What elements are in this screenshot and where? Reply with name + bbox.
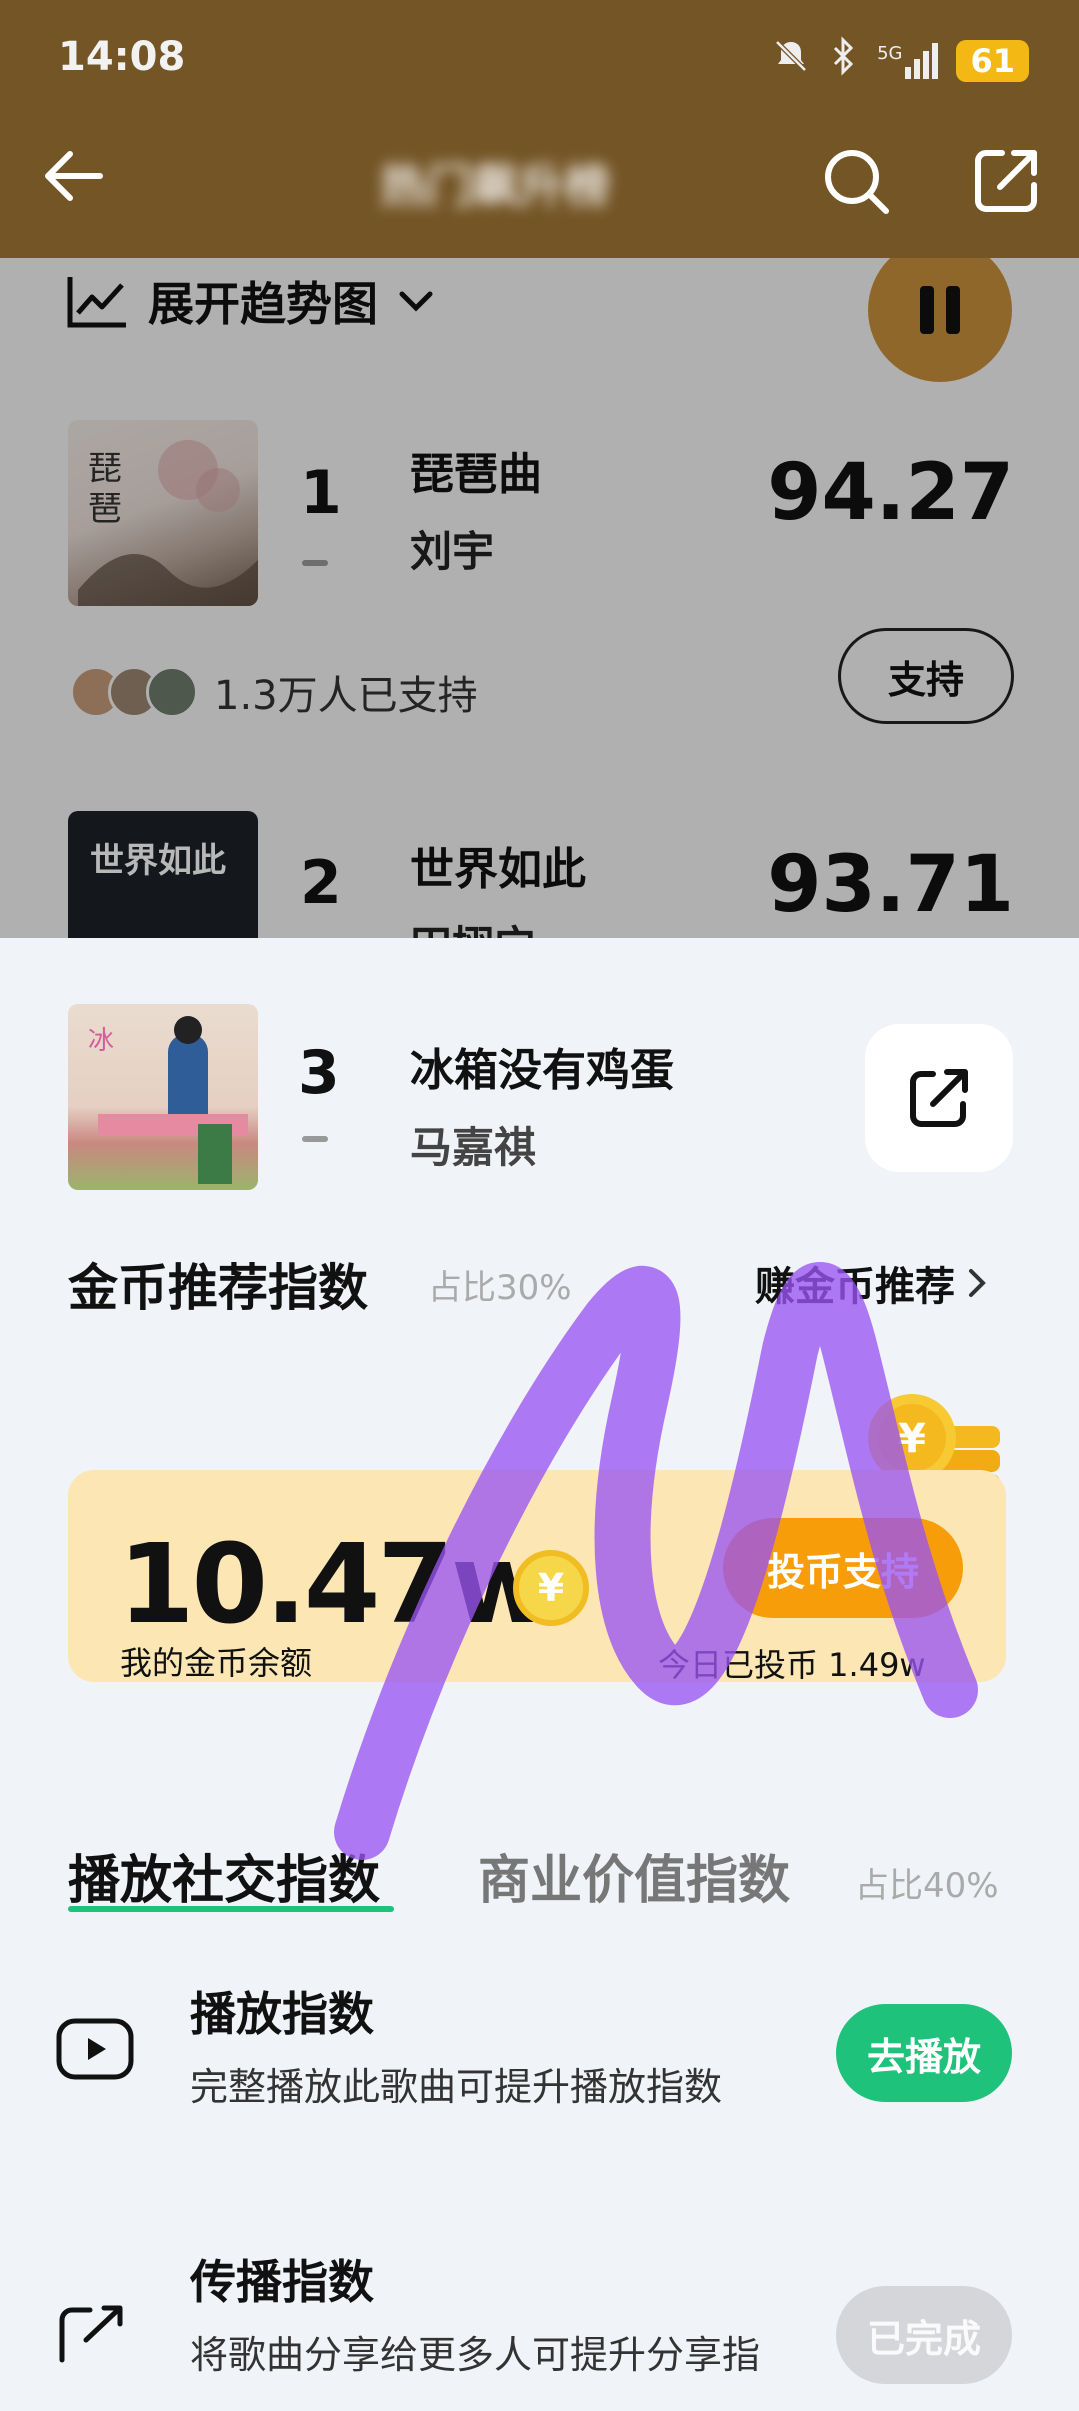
- svg-text:琵: 琵: [88, 451, 122, 488]
- earn-coins-label: 赚金币推荐: [755, 1264, 955, 1310]
- coin-index-share: 占比30%: [428, 1268, 572, 1308]
- battery-indicator: 61: [956, 39, 1029, 82]
- current-song-title: 冰箱没有鸡蛋: [410, 1045, 674, 1096]
- status-icons: 5G 61: [771, 36, 1029, 85]
- vote-coins-button[interactable]: 投币支持: [723, 1518, 963, 1618]
- song-title-1: 琵琶曲: [410, 449, 542, 500]
- play-index-title: 播放指数: [190, 1987, 374, 2041]
- svg-text:冰: 冰: [88, 1026, 114, 1056]
- pause-button[interactable]: [868, 258, 1012, 382]
- supporter-avatars: [70, 666, 198, 718]
- current-rank-number: 3: [298, 1038, 340, 1108]
- signal-icon: 5G: [877, 42, 939, 79]
- current-song-artist: 马嘉祺: [410, 1123, 537, 1172]
- search-button[interactable]: [820, 145, 892, 217]
- supporters-count: 1.3万人已支持: [214, 673, 478, 719]
- mute-icon: [771, 36, 811, 85]
- current-rank-dash: [302, 1136, 328, 1142]
- rank-number-2: 2: [300, 848, 342, 918]
- spread-index-title: 传播指数: [190, 2255, 374, 2309]
- album-cover-2[interactable]: 世界如此: [68, 811, 258, 938]
- share-button[interactable]: [970, 145, 1042, 217]
- expand-trend-toggle[interactable]: 展开趋势图: [66, 268, 436, 334]
- completed-button: 已完成: [836, 2286, 1012, 2384]
- tab-index-share: 占比40%: [855, 1866, 999, 1906]
- top-bar: 14:08 5G 61 热门飙升榜: [0, 0, 1079, 258]
- coin-balance: 10.47w: [118, 1520, 553, 1648]
- coin-icon: ¥: [513, 1550, 589, 1626]
- tab-play-social-index[interactable]: 播放社交指数: [68, 1838, 380, 1913]
- tab-commercial-value-index[interactable]: 商业价值指数: [478, 1838, 790, 1913]
- support-bottom-sheet: 冰 3 冰箱没有鸡蛋 马嘉祺 金币推荐指数 占比30% 赚金币推荐 ¥ 10.4…: [0, 938, 1079, 2411]
- song-artist-2: 田栩宁: [410, 913, 536, 938]
- coin-balance-card: 10.47w ¥ 我的金币余额 投币支持 今日已投币 1.49w: [68, 1470, 1006, 1684]
- status-time: 14:08: [58, 34, 186, 80]
- play-icon: [56, 2018, 134, 2080]
- ranking-list: 展开趋势图 琵琶 1 琵琶曲 刘宇 94.27 1.3万人已支持 支持 世界如此…: [0, 258, 1079, 938]
- svg-text:¥: ¥: [898, 1416, 926, 1462]
- album-cover-1[interactable]: 琵琶: [68, 420, 258, 606]
- active-tab-indicator: [68, 1906, 394, 1912]
- bluetooth-icon: [829, 36, 859, 85]
- chevron-down-icon: [399, 291, 433, 312]
- play-index-desc: 完整播放此歌曲可提升播放指数: [190, 2065, 723, 2109]
- page-title: 热门飙升榜: [380, 159, 610, 213]
- rank-number-1: 1: [300, 458, 342, 528]
- trend-chart-icon: [67, 277, 126, 328]
- chevron-right-icon: [969, 1269, 986, 1297]
- svg-text:琶: 琶: [88, 491, 122, 528]
- spread-index-desc: 将歌曲分享给更多人可提升分享指: [190, 2333, 761, 2377]
- song-title-2: 世界如此: [410, 844, 586, 895]
- song-artist-1: 刘宇: [410, 527, 495, 576]
- share-spread-icon: [59, 2305, 123, 2363]
- score-2: 93.71: [767, 840, 1014, 930]
- coin-balance-label: 我的金币余额: [120, 1644, 313, 1682]
- score-1: 94.27: [767, 448, 1014, 538]
- go-play-button[interactable]: 去播放: [836, 2004, 1012, 2102]
- back-button[interactable]: [38, 140, 110, 212]
- coin-index-title: 金币推荐指数: [68, 1259, 368, 1317]
- rank-change-dash-1: [302, 560, 328, 566]
- trend-label: 展开趋势图: [148, 277, 378, 331]
- share-song-button[interactable]: [865, 1024, 1013, 1172]
- supporters-row: 1.3万人已支持: [70, 663, 478, 721]
- album-cover-2-text: 世界如此: [90, 841, 226, 881]
- share-icon: [910, 1069, 968, 1127]
- earn-coins-link[interactable]: 赚金币推荐: [755, 1254, 989, 1312]
- support-button[interactable]: 支持: [838, 628, 1014, 724]
- current-album-cover: 冰: [68, 1004, 258, 1190]
- today-coins-voted: 今日已投币 1.49w: [658, 1646, 926, 1684]
